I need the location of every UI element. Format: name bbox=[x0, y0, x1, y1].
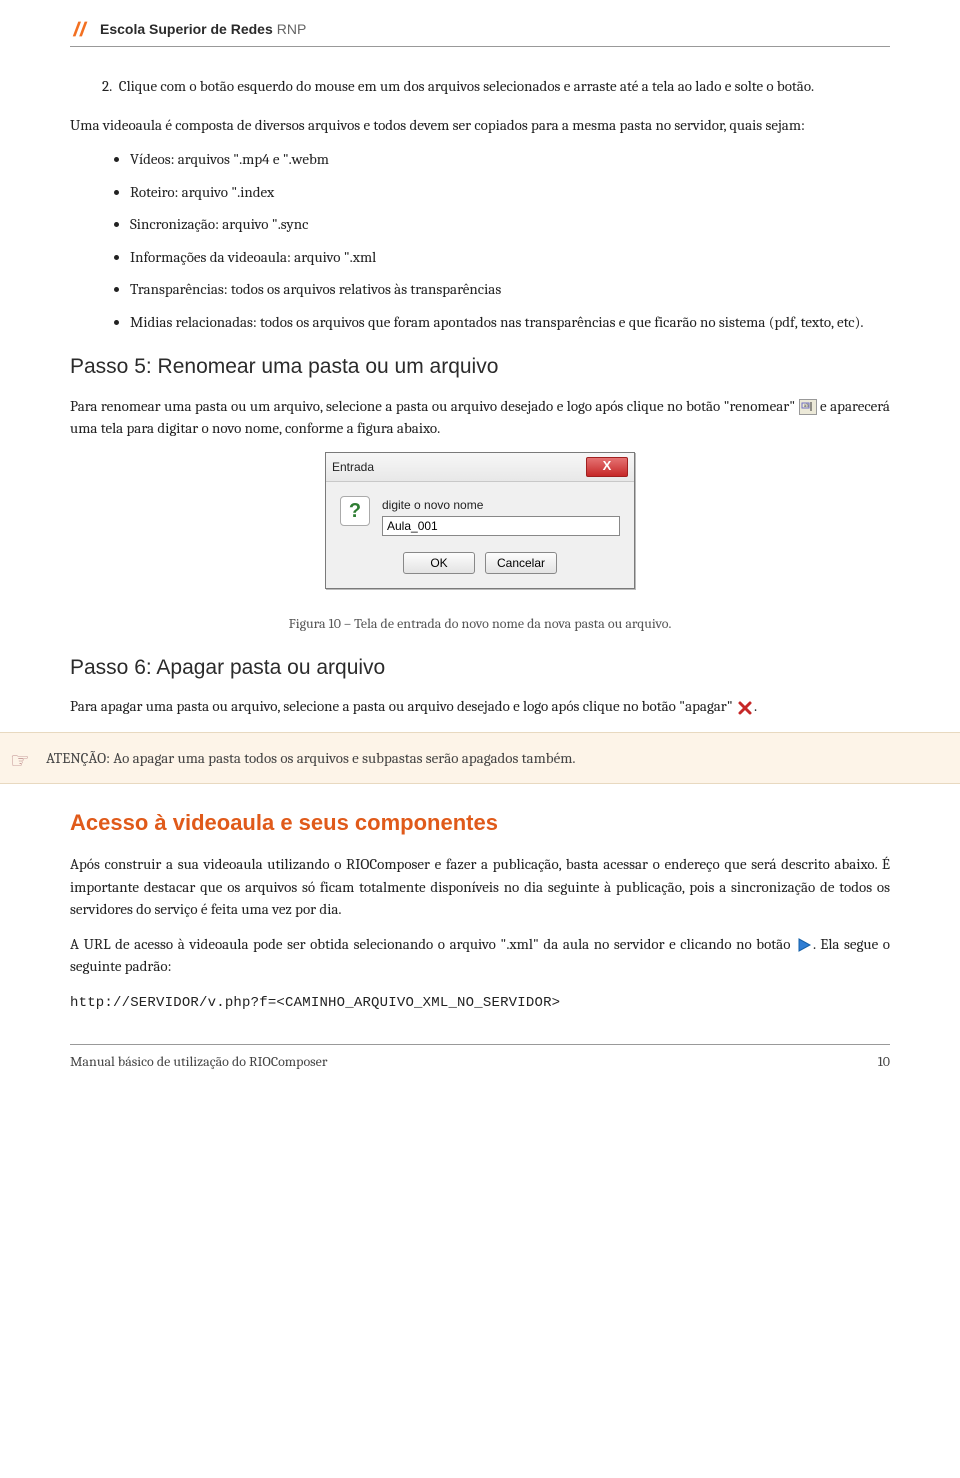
footer-title: Manual básico de utilização do RIOCompos… bbox=[70, 1051, 327, 1072]
rename-input[interactable] bbox=[382, 516, 620, 536]
list-item: Midias relacionadas: todos os arquivos q… bbox=[130, 311, 890, 334]
close-button[interactable]: X bbox=[586, 457, 628, 477]
dialog-screenshot: Entrada X ? digite o novo nome OK Cancel… bbox=[70, 452, 890, 589]
list-item-2: 2. Clique com o botão esquerdo do mouse … bbox=[132, 75, 890, 98]
step6-paragraph: Para apagar uma pasta ou arquivo, seleci… bbox=[70, 695, 890, 718]
logo-icon bbox=[70, 18, 92, 40]
list-item: Vídeos: arquivos ".mp4 e ".webm bbox=[130, 148, 890, 171]
svg-text:ab: ab bbox=[804, 402, 809, 409]
step5-heading: Passo 5: Renomear uma pasta ou um arquiv… bbox=[70, 351, 890, 383]
section-heading: Acesso à videoaula e seus componentes bbox=[70, 806, 890, 839]
delete-icon bbox=[736, 700, 754, 716]
warning-callout: ☞ ATENÇÃO: Ao apagar uma pasta todos os … bbox=[0, 732, 960, 785]
ok-button[interactable]: OK bbox=[403, 552, 475, 574]
figure10-caption: Figura 10 – Tela de entrada do novo nome… bbox=[70, 613, 890, 634]
list-item: Sincronização: arquivo ".sync bbox=[130, 213, 890, 236]
page-number: 10 bbox=[878, 1051, 890, 1072]
header-suffix: RNP bbox=[277, 19, 307, 40]
list-text: Clique com o botão esquerdo do mouse em … bbox=[119, 77, 814, 95]
cancel-button[interactable]: Cancelar bbox=[485, 552, 557, 574]
pointing-hand-icon: ☞ bbox=[10, 745, 30, 778]
callout-text: ATENÇÃO: Ao apagar uma pasta todos os ar… bbox=[46, 749, 576, 767]
play-icon bbox=[795, 937, 813, 953]
step6-text-b: . bbox=[754, 697, 757, 715]
intro-paragraph: Uma videoaula é composta de diversos arq… bbox=[70, 114, 890, 137]
rename-icon: ab bbox=[799, 399, 817, 415]
list-item: Roteiro: arquivo ".index bbox=[130, 181, 890, 204]
list-item: Transparências: todos os arquivos relati… bbox=[130, 278, 890, 301]
url-pattern: http://SERVIDOR/v.php?f=<CAMINHO_ARQUIVO… bbox=[70, 990, 890, 1014]
access-text-a: A URL de acesso à videoaula pode ser obt… bbox=[70, 935, 795, 953]
list-number: 2. bbox=[102, 77, 112, 95]
access-paragraph-2: A URL de acesso à videoaula pode ser obt… bbox=[70, 933, 890, 978]
page-header: Escola Superior de Redes RNP bbox=[70, 18, 890, 47]
access-paragraph-1: Após construir a sua videoaula utilizand… bbox=[70, 853, 890, 921]
dialog-titlebar: Entrada X bbox=[326, 453, 634, 482]
dialog-title: Entrada bbox=[332, 458, 374, 476]
bullet-list: Vídeos: arquivos ".mp4 e ".webm Roteiro:… bbox=[130, 148, 890, 333]
step5-paragraph: Para renomear uma pasta ou um arquivo, s… bbox=[70, 395, 890, 440]
step5-text-a: Para renomear uma pasta ou um arquivo, s… bbox=[70, 397, 799, 415]
step6-heading: Passo 6: Apagar pasta ou arquivo bbox=[70, 652, 890, 684]
url-code: http://SERVIDOR/v.php?f=<CAMINHO_ARQUIVO… bbox=[70, 995, 560, 1011]
step6-text-a: Para apagar uma pasta ou arquivo, seleci… bbox=[70, 697, 736, 715]
rename-dialog: Entrada X ? digite o novo nome OK Cancel… bbox=[325, 452, 635, 589]
header-brand: Escola Superior de Redes bbox=[100, 19, 273, 40]
dialog-label: digite o novo nome bbox=[382, 496, 620, 514]
page-footer: Manual básico de utilização do RIOCompos… bbox=[70, 1044, 890, 1072]
list-item: Informações da videoaula: arquivo ".xml bbox=[130, 246, 890, 269]
question-icon: ? bbox=[340, 496, 370, 526]
